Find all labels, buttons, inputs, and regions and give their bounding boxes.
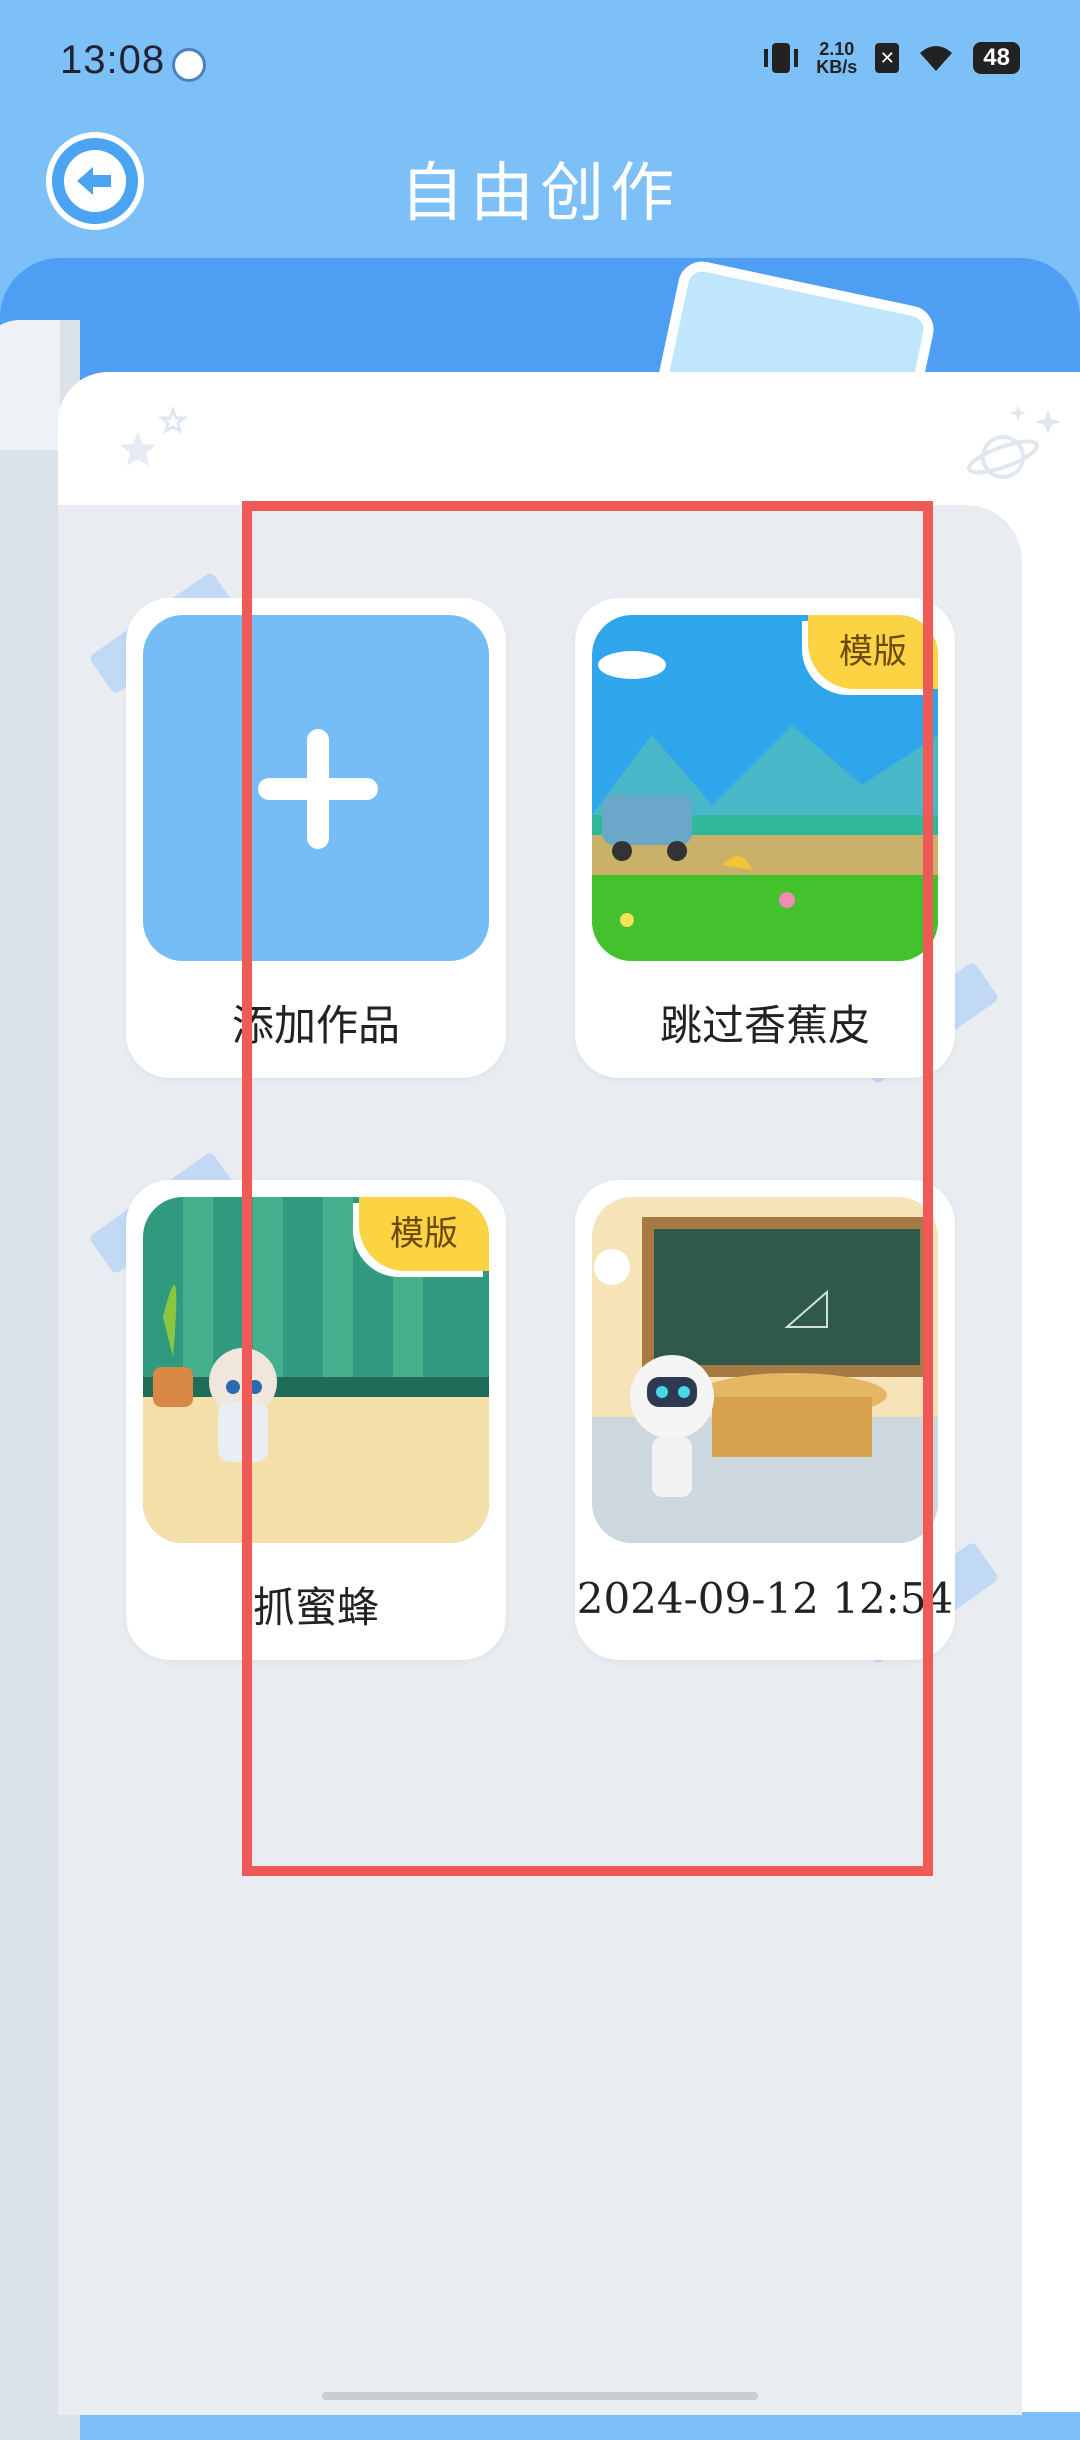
status-bar: 13:08 2.10 KB/s ✕ 48 [0,0,1080,130]
network-speed: 2.10 KB/s [816,40,857,76]
status-icons: 2.10 KB/s ✕ 48 [764,40,1020,76]
home-indicator[interactable] [322,2392,758,2400]
close-notification-icon: ✕ [875,43,900,73]
vibrate-icon [764,43,799,73]
network-speed-unit: KB/s [816,57,858,77]
planet-decoration-icon [966,405,1061,479]
app-robot-icon [172,48,206,82]
selection-highlight-box [242,501,933,1876]
page-title: 自由创作 [400,157,680,231]
star-decoration-icon [120,405,189,466]
back-page-top [0,320,60,450]
battery-level: 48 [973,42,1020,74]
status-time: 13:08 [60,38,166,82]
wifi-icon [920,46,953,71]
network-speed-value: 2.10 [819,39,855,59]
